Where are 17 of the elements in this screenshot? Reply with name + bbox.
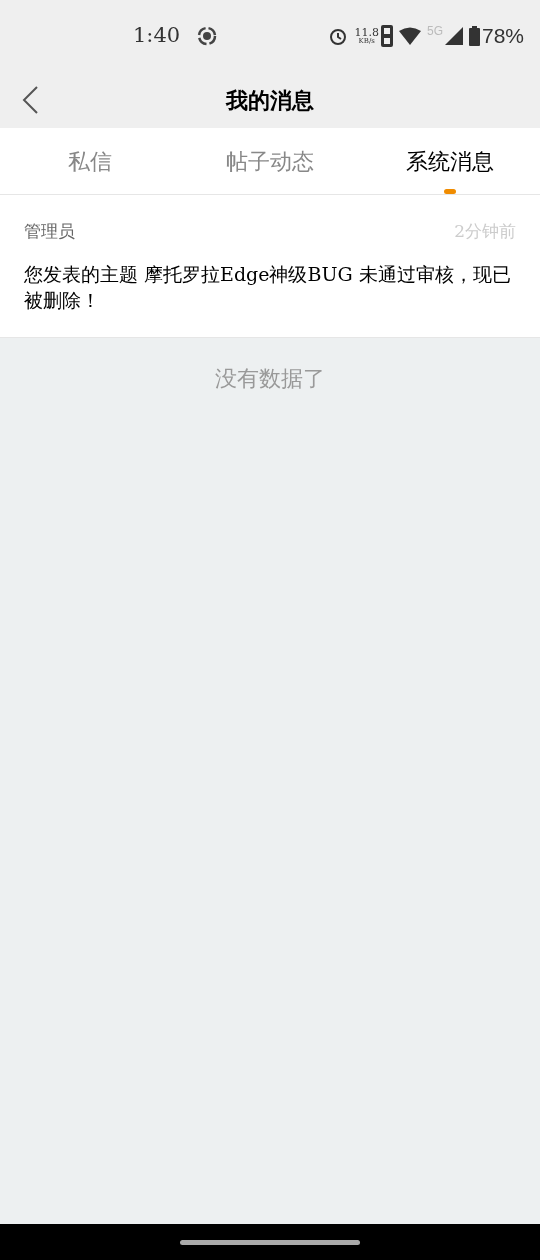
home-indicator[interactable] [180,1239,360,1245]
page-title: 我的消息 [226,85,314,115]
tab[interactable]: 帖子动态 [180,128,360,194]
alarm-icon [328,26,349,46]
wifi-icon [398,27,421,45]
tab-indicator [444,189,456,194]
message-body: 您发表的主题 摩托罗拉Edge神级BUG 未通过审核，现已被删除！ [24,261,512,313]
record-icon [196,25,219,47]
message-sender: 管理员 [24,220,75,243]
tab[interactable]: 系统消息 [360,128,540,194]
net-speed: 11.8 [354,27,379,38]
battery-icon [468,26,480,46]
signal-icon [444,27,463,45]
status-time: 1:40 [133,22,181,50]
battery-percent: 78% [481,23,524,50]
tab[interactable]: 私信 [0,128,180,194]
end-of-list-text: 没有数据了 [215,364,325,393]
